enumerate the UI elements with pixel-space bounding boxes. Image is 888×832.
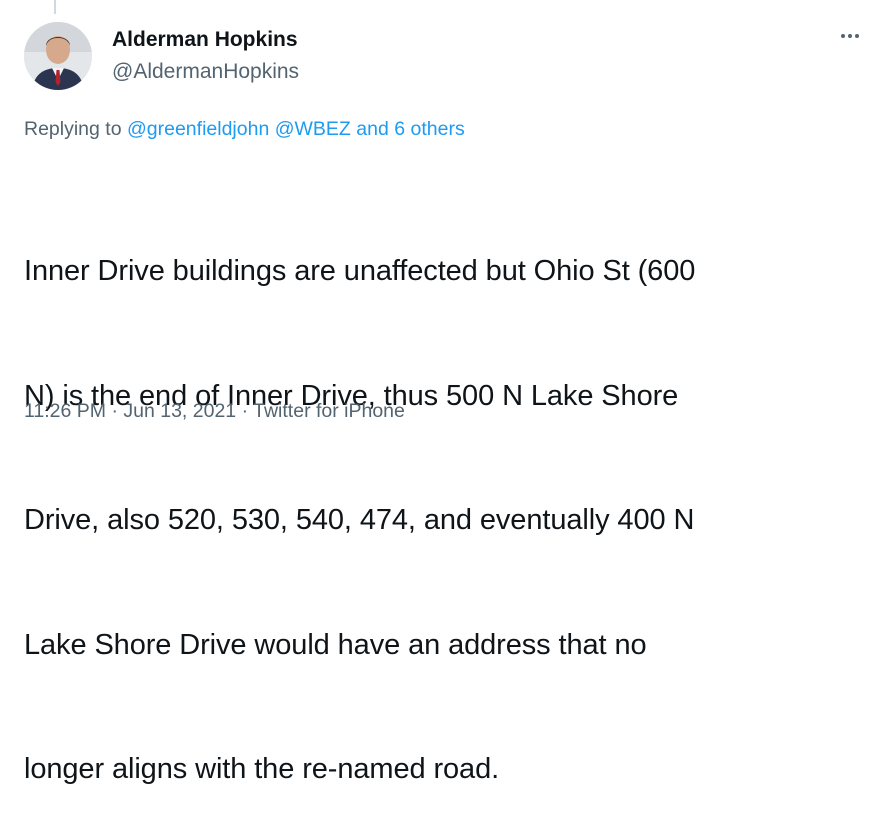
timestamp-date[interactable]: Jun 13, 2021 [123, 400, 236, 422]
more-options-button[interactable] [834, 24, 866, 48]
tweet-metadata: 11:26 PM · Jun 13, 2021 · Twitter for iP… [24, 400, 405, 423]
meta-separator: · [111, 400, 118, 422]
replying-prefix: Replying to [24, 118, 122, 140]
meta-separator: · [241, 400, 249, 422]
author-handle[interactable]: @AldermanHopkins [112, 58, 299, 86]
thread-connector-line [54, 0, 56, 14]
tweet-header: Alderman Hopkins @AldermanHopkins [24, 22, 866, 92]
timestamp-time[interactable]: 11:26 PM [24, 400, 106, 422]
replying-joiner[interactable]: and [356, 118, 389, 140]
author-display-name[interactable]: Alderman Hopkins [112, 26, 299, 54]
source-label[interactable]: Twitter for iPhone [253, 400, 405, 422]
avatar[interactable] [24, 22, 92, 90]
tweet-text-line: Inner Drive buildings are unaffected but… [24, 255, 696, 287]
tweet-text-line: Drive, also 520, 530, 540, 474, and even… [24, 504, 695, 536]
more-horizontal-icon [840, 34, 861, 38]
mention-link-greenfieldjohn[interactable]: @greenfieldjohn [127, 118, 269, 140]
avatar-photo [24, 22, 92, 90]
tweet-text: Inner Drive buildings are unaffected but… [24, 168, 860, 832]
replying-to-line: Replying to @greenfieldjohn @WBEZ and 6 … [24, 118, 465, 141]
mention-link-wbez[interactable]: @WBEZ [275, 118, 351, 140]
author-block: Alderman Hopkins @AldermanHopkins [112, 26, 299, 86]
others-link[interactable]: 6 others [394, 118, 464, 140]
tweet-text-line: longer aligns with the re-named road. [24, 753, 500, 785]
tweet-text-line: Lake Shore Drive would have an address t… [24, 628, 647, 661]
